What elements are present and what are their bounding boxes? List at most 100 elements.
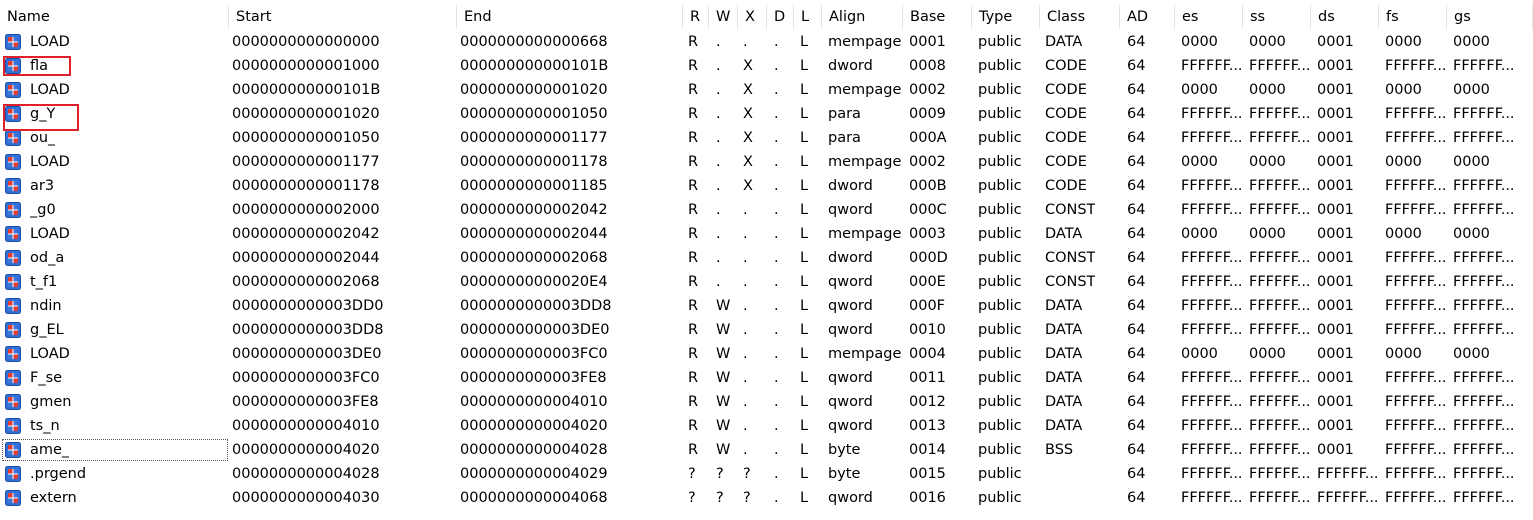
cell-es: 0000 (1181, 82, 1218, 98)
table-row[interactable]: _g0 0000000000002000 0000000000002042 R... L… (0, 198, 1533, 222)
column-header-ds[interactable]: ds (1311, 5, 1379, 29)
cell-base: 000C (909, 202, 947, 218)
table-row[interactable]: LOAD 0000000000002042 0000000000002044 R...… (0, 222, 1533, 246)
cell-gs: FFFFFF... (1453, 370, 1515, 386)
cell-r: R (688, 322, 699, 338)
segment-icon (5, 250, 21, 266)
table-row[interactable]: ou_ 0000000000001050 0000000000001177 R. X. L… (0, 126, 1533, 150)
table-row[interactable]: t_f1 0000000000002068 00000000000020E4 R...… (0, 270, 1533, 294)
column-header-class[interactable]: Class (1040, 5, 1120, 29)
cell-l: L (800, 346, 809, 362)
cell-x: X (743, 178, 753, 194)
cell-type: public (978, 154, 1022, 170)
cell-end: 0000000000003FC0 (460, 346, 608, 362)
table-row[interactable]: ndin 0000000000003DD0 0000000000003DD8 R W..… (0, 294, 1533, 318)
column-header-end[interactable]: End (457, 5, 683, 29)
cell-start: 0000000000001178 (232, 178, 380, 194)
table-row[interactable]: ts_n 0000000000004010 0000000000004020 R W..… (0, 414, 1533, 438)
column-header-ad[interactable]: AD (1120, 5, 1175, 29)
cell-x: . (743, 226, 748, 242)
table-row[interactable]: .prgend 0000000000004028 0000000000004029?… (0, 462, 1533, 486)
cell-name: g_EL (30, 322, 64, 338)
table-row[interactable]: LOAD 0000000000000000 0000000000000668 R...… (0, 30, 1533, 54)
table-row[interactable]: LOAD 0000000000001177 0000000000001178 R. X.… (0, 150, 1533, 174)
column-header-es[interactable]: es (1175, 5, 1243, 29)
cell-ad: 64 (1127, 58, 1146, 74)
cell-w: W (716, 370, 731, 386)
cell-es: 0000 (1181, 346, 1218, 362)
cell-name: LOAD (30, 82, 70, 98)
table-row[interactable]: ame_ 0000000000004020 0000000000004028 R W..… (0, 438, 1533, 462)
cell-class: DATA (1045, 322, 1083, 338)
cell-end: 0000000000001020 (460, 82, 608, 98)
cell-l: L (800, 154, 809, 170)
cell-gs: 0000 (1453, 226, 1490, 242)
cell-fs: FFFFFF... (1385, 466, 1447, 482)
cell-ds: 0001 (1317, 346, 1354, 362)
cell-w: W (716, 394, 731, 410)
table-row[interactable]: gmen 0000000000003FE8 0000000000004010 R W..… (0, 390, 1533, 414)
segment-icon (5, 490, 21, 506)
cell-l: L (800, 58, 809, 74)
table-row[interactable]: LOAD 000000000000101B 0000000000001020 R. X.… (0, 78, 1533, 102)
segment-icon (5, 346, 21, 362)
cell-l: L (800, 130, 809, 146)
column-header-start[interactable]: Start (229, 5, 457, 29)
cell-fs: FFFFFF... (1385, 202, 1447, 218)
column-header-d[interactable]: D (767, 5, 794, 29)
cell-ad: 64 (1127, 82, 1146, 98)
column-header-align[interactable]: Align (822, 5, 903, 29)
table-row[interactable]: od_a 0000000000002044 0000000000002068 R...… (0, 246, 1533, 270)
column-header-r[interactable]: R (683, 5, 709, 29)
cell-w: W (716, 346, 731, 362)
cell-es: FFFFFF... (1181, 442, 1243, 458)
cell-d: . (774, 130, 779, 146)
cell-gs: FFFFFF... (1453, 418, 1515, 434)
cell-ad: 64 (1127, 274, 1146, 290)
cell-x: . (743, 346, 748, 362)
cell-name: ar3 (30, 178, 55, 194)
column-header-gs[interactable]: gs (1447, 5, 1533, 29)
cell-ds: 0001 (1317, 394, 1354, 410)
cell-ss: 0000 (1249, 34, 1286, 50)
segment-icon (5, 202, 21, 218)
cell-ss: FFFFFF... (1249, 58, 1311, 74)
cell-class: CODE (1045, 58, 1087, 74)
cell-d: . (774, 34, 779, 50)
table-row[interactable]: ar3 0000000000001178 0000000000001185 R. X. L… (0, 174, 1533, 198)
cell-start: 0000000000001020 (232, 106, 380, 122)
column-header-l[interactable]: L (794, 5, 822, 29)
cell-ss: FFFFFF... (1249, 298, 1311, 314)
column-header-name[interactable]: Name (0, 5, 229, 29)
cell-type: public (978, 82, 1022, 98)
cell-ds: 0001 (1317, 298, 1354, 314)
cell-fs: FFFFFF... (1385, 274, 1447, 290)
table-row[interactable]: g_EL 0000000000003DD8 0000000000003DE0 R W..… (0, 318, 1533, 342)
cell-align: para (828, 130, 861, 146)
cell-es: FFFFFF... (1181, 58, 1243, 74)
column-header-ss[interactable]: ss (1243, 5, 1311, 29)
column-header-fs[interactable]: fs (1379, 5, 1447, 29)
cell-w: . (716, 154, 721, 170)
cell-start: 0000000000002042 (232, 226, 380, 242)
cell-type: public (978, 298, 1022, 314)
column-header-w[interactable]: W (709, 5, 738, 29)
column-header-type[interactable]: Type (972, 5, 1040, 29)
cell-fs: FFFFFF... (1385, 250, 1447, 266)
cell-es: FFFFFF... (1181, 250, 1243, 266)
cell-x: X (743, 106, 753, 122)
column-header-x[interactable]: X (738, 5, 767, 29)
cell-type: public (978, 490, 1022, 506)
table-row[interactable]: extern 0000000000004030 0000000000004068??… (0, 486, 1533, 510)
column-header-base[interactable]: Base (903, 5, 972, 29)
cell-type: public (978, 442, 1022, 458)
cell-d: . (774, 370, 779, 386)
table-row[interactable]: F_se 0000000000003FC0 0000000000003FE8 R W..… (0, 366, 1533, 390)
cell-es: FFFFFF... (1181, 370, 1243, 386)
table-row[interactable]: LOAD 0000000000003DE0 0000000000003FC0 R W..… (0, 342, 1533, 366)
table-row[interactable]: g_Y 0000000000001020 0000000000001050 R. X. L… (0, 102, 1533, 126)
cell-type: public (978, 178, 1022, 194)
cell-ss: FFFFFF... (1249, 106, 1311, 122)
cell-fs: 0000 (1385, 154, 1422, 170)
table-row[interactable]: fla 0000000000001000 000000000000101B R. X. L… (0, 54, 1533, 78)
